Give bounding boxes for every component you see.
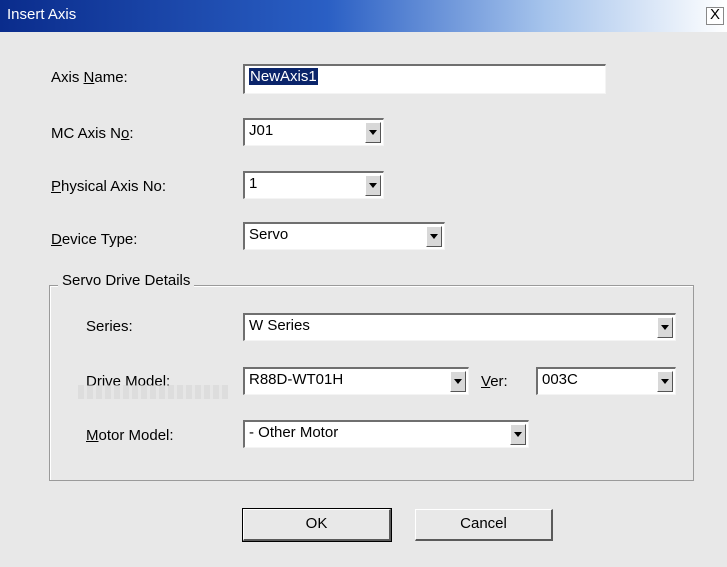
device-type-select[interactable]: Servo <box>243 222 445 250</box>
physical-axis-no-select[interactable]: 1 <box>243 171 384 199</box>
mc-axis-no-label: MC Axis No: <box>51 125 134 142</box>
faded-ghost-text <box>78 385 228 399</box>
window-title: Insert Axis <box>7 6 77 23</box>
title-bar[interactable]: Insert Axis X <box>0 0 727 32</box>
axis-name-label-mnemonic: N <box>83 69 95 86</box>
ver-label-mnemonic: V <box>481 373 491 390</box>
chevron-down-icon[interactable] <box>450 371 466 392</box>
axis-name-value: NewAxis1 <box>249 68 318 85</box>
series-select[interactable]: W Series <box>243 313 676 341</box>
physical-axis-no-label: Physical Axis No: <box>51 178 166 195</box>
ver-label-post: er: <box>490 373 508 390</box>
chevron-down-icon[interactable] <box>365 175 381 196</box>
series-value: W Series <box>249 317 310 334</box>
physical-axis-no-value: 1 <box>249 175 258 192</box>
mc-axis-no-select[interactable]: J01 <box>243 118 384 146</box>
axis-name-label-post: ame: <box>94 69 128 86</box>
axis-name-label-pre: Axis <box>51 69 84 86</box>
drive-model-value: R88D-WT01H <box>249 371 344 388</box>
device-type-label-mnemonic: D <box>51 231 62 248</box>
motor-model-label: Motor Model: <box>86 427 174 444</box>
physical-axis-no-label-post: hysical Axis No: <box>61 178 167 195</box>
servo-drive-details-title: Servo Drive Details <box>58 272 195 289</box>
drive-model-select[interactable]: R88D-WT01H <box>243 367 469 395</box>
chevron-down-icon[interactable] <box>657 317 673 338</box>
motor-model-label-mnemonic: M <box>86 427 99 444</box>
device-type-label-post: evice Type: <box>61 231 138 248</box>
close-button[interactable]: X <box>706 7 724 25</box>
device-type-value: Servo <box>249 226 289 243</box>
insert-axis-dialog: Insert Axis X Axis Name: NewAxis1 MC Axi… <box>0 0 727 567</box>
ver-select[interactable]: 003C <box>536 367 676 395</box>
chevron-down-icon[interactable] <box>426 226 442 247</box>
axis-name-field[interactable]: NewAxis1 <box>243 64 606 94</box>
mc-axis-no-value: J01 <box>249 122 274 139</box>
motor-model-label-post: otor Model: <box>98 427 174 444</box>
cancel-button[interactable]: Cancel <box>415 509 553 541</box>
chevron-down-icon[interactable] <box>510 424 526 445</box>
mc-axis-no-label-post: : <box>129 125 134 142</box>
chevron-down-icon[interactable] <box>657 371 673 392</box>
ver-label: Ver: <box>481 373 508 390</box>
physical-axis-no-label-mnemonic: P <box>51 178 62 195</box>
motor-model-value: - Other Motor <box>249 424 339 441</box>
series-label: Series: <box>86 318 133 335</box>
ok-button[interactable]: OK <box>242 508 392 542</box>
axis-name-label: Axis Name: <box>51 69 128 86</box>
motor-model-select[interactable]: - Other Motor <box>243 420 529 448</box>
ver-value: 003C <box>542 371 578 388</box>
mc-axis-no-label-pre: MC Axis N <box>51 125 122 142</box>
device-type-label: Device Type: <box>51 231 137 248</box>
chevron-down-icon[interactable] <box>365 122 381 143</box>
